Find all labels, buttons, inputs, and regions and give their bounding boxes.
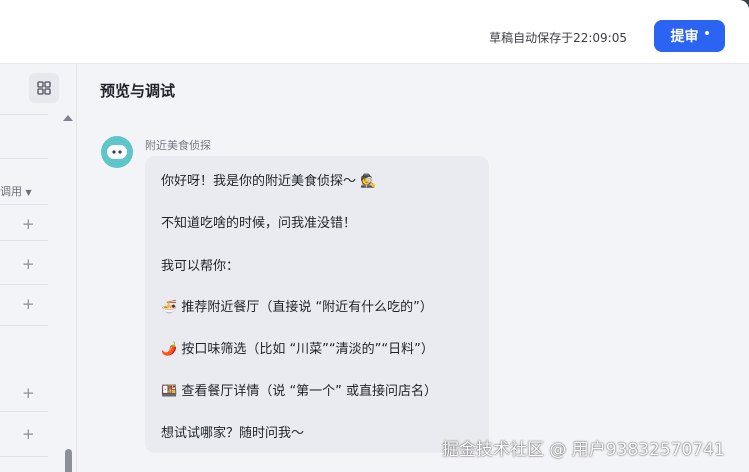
invoke-mode-selector[interactable]: 调用 ▼	[0, 183, 32, 199]
chevron-down-icon: ▼	[25, 188, 32, 197]
bot-avatar	[101, 136, 133, 168]
divider	[0, 240, 48, 241]
invoke-mode-label: 调用	[0, 185, 22, 198]
preview-title: 预览与调试	[100, 82, 176, 100]
submit-review-label: 提审	[670, 29, 699, 45]
layout-grid-icon	[37, 81, 51, 95]
left-settings-list: 调用 ▼ + + + + +	[0, 108, 48, 472]
draft-save-status: 草稿自动保存于22:09:05	[489, 31, 627, 45]
add-memory-button[interactable]: +	[22, 427, 35, 442]
bot-name: 附近美食侦探	[145, 139, 211, 152]
add-trigger-button[interactable]: +	[22, 297, 35, 312]
scroll-up-icon[interactable]	[63, 115, 73, 121]
message-line: 🍱 查看餐厅详情（说 “第一个” 或直接问店名）	[161, 384, 438, 399]
divider	[0, 325, 48, 326]
add-plugin-button[interactable]: +	[22, 217, 35, 232]
submit-review-button[interactable]: 提审	[654, 20, 725, 52]
app-window: 草稿自动保存于22:09:05 提审 调用 ▼ + + + + + 预览与调试 …	[0, 0, 749, 472]
divider	[0, 204, 48, 205]
divider	[0, 284, 48, 285]
message-line: 🍜 推荐附近餐厅（直接说 “附近有什么吃的”）	[161, 300, 433, 315]
scrollbar-thumb[interactable]	[65, 449, 72, 472]
left-config-panel: 调用 ▼ + + + + +	[0, 64, 76, 472]
submit-indicator-dot	[704, 31, 709, 35]
add-workflow-button[interactable]: +	[22, 257, 35, 272]
preview-debug-panel: 预览与调试 附近美食侦探 你好呀！我是你的附近美食侦探～ 🕵️ 不知道吃啥的时候…	[77, 64, 749, 472]
divider	[0, 114, 48, 115]
message-line: 你好呀！我是你的附近美食侦探～ 🕵️	[161, 174, 377, 189]
layout-toggle-button[interactable]	[29, 73, 59, 103]
bot-avatar-icon	[107, 145, 127, 159]
message-line: 想试试哪家？随时问我～	[161, 426, 305, 441]
divider	[0, 411, 48, 412]
message-line: 不知道吃啥的时候，问我准没错！	[161, 216, 357, 231]
add-knowledge-button[interactable]: +	[22, 386, 35, 401]
message-line: 🌶️ 按口味筛选（比如 “川菜”“清淡的”“日料”）	[161, 342, 434, 357]
divider	[0, 158, 48, 159]
top-header: 草稿自动保存于22:09:05 提审	[0, 0, 749, 64]
message-line: 我可以帮你：	[161, 259, 240, 274]
watermark-text: 掘金技术社区 @ 用户93832570741	[442, 440, 725, 460]
divider	[0, 456, 48, 457]
bot-message-bubble: 你好呀！我是你的附近美食侦探～ 🕵️ 不知道吃啥的时候，问我准没错！ 我可以帮你…	[145, 156, 489, 453]
